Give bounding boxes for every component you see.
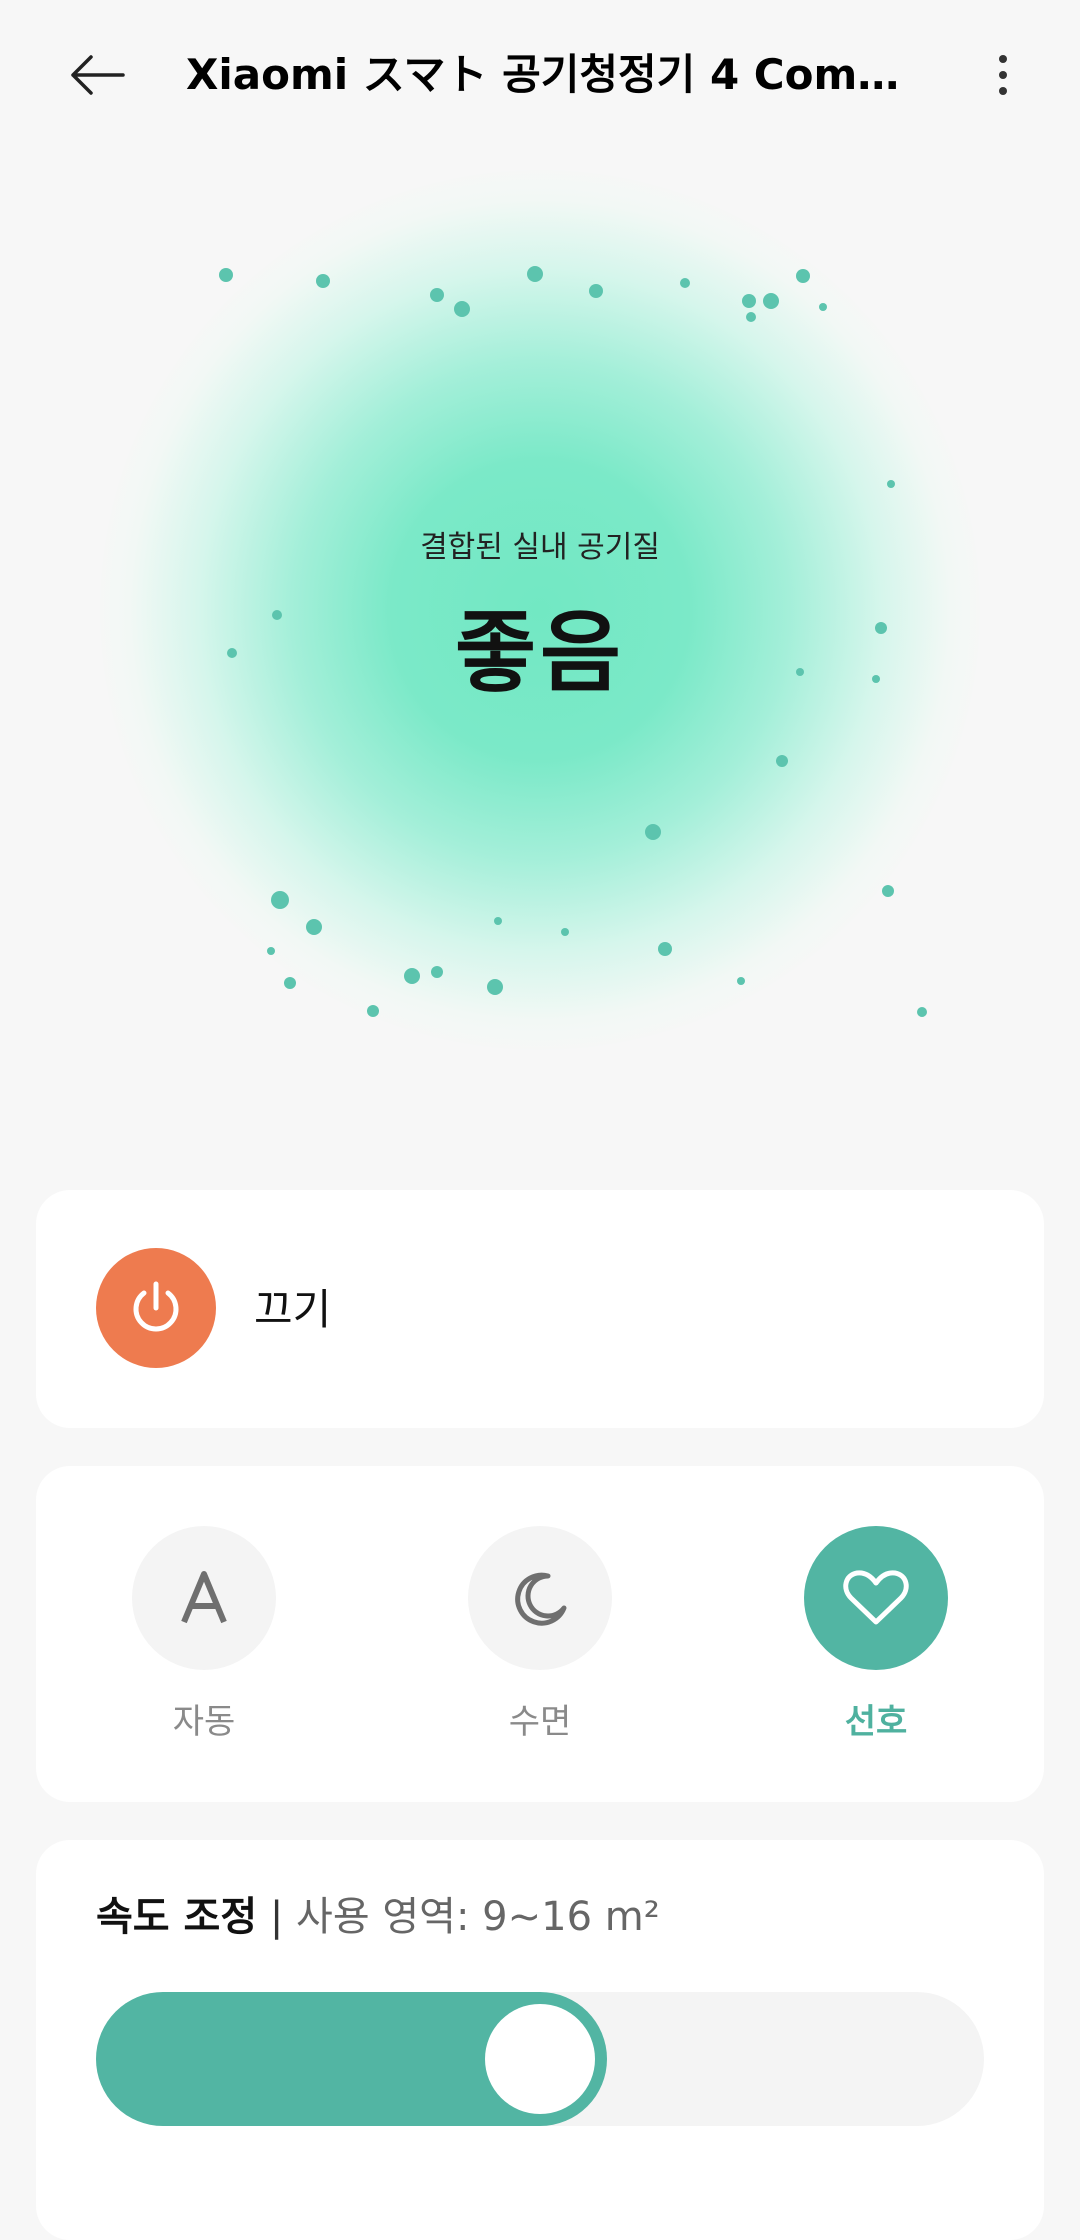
speed-area-text: 사용 영역: 9~16 m² xyxy=(296,1894,660,1940)
power-button[interactable] xyxy=(96,1248,216,1368)
speed-slider[interactable] xyxy=(96,1992,984,2126)
speed-separator: | xyxy=(257,1894,297,1940)
heart-icon xyxy=(843,1570,909,1625)
auto-a-icon xyxy=(181,1571,227,1624)
mode-auto[interactable]: 자동 xyxy=(132,1526,276,1743)
mode-favorite[interactable]: 선호 xyxy=(804,1526,948,1743)
speed-slider-thumb[interactable] xyxy=(485,2004,595,2114)
mode-sleep-label: 수면 xyxy=(508,1702,572,1742)
mode-auto-label: 자동 xyxy=(172,1702,236,1742)
power-label: 끄기 xyxy=(254,1285,332,1334)
mode-sleep-button[interactable] xyxy=(468,1526,612,1670)
mode-card: 자동 수면 선호 xyxy=(36,1466,1044,1802)
speed-header: 속도 조정 | 사용 영역: 9~16 m² xyxy=(96,1890,660,1944)
mode-sleep[interactable]: 수면 xyxy=(468,1526,612,1743)
mode-favorite-button[interactable] xyxy=(804,1526,948,1670)
power-icon xyxy=(133,1281,179,1332)
mode-auto-button[interactable] xyxy=(132,1526,276,1670)
speed-title: 속도 조정 xyxy=(96,1894,258,1940)
air-quality-caption: 결합된 실내 공기질 xyxy=(420,530,660,565)
air-quality-value: 좋음 xyxy=(455,601,625,704)
moon-icon xyxy=(515,1572,567,1626)
mode-favorite-label: 선호 xyxy=(844,1702,908,1742)
speed-card: 속도 조정 | 사용 영역: 9~16 m² xyxy=(36,1840,1044,2240)
air-quality-visual: 결합된 실내 공기질 좋음 xyxy=(100,170,980,1050)
power-card: 끄기 xyxy=(36,1190,1044,1428)
